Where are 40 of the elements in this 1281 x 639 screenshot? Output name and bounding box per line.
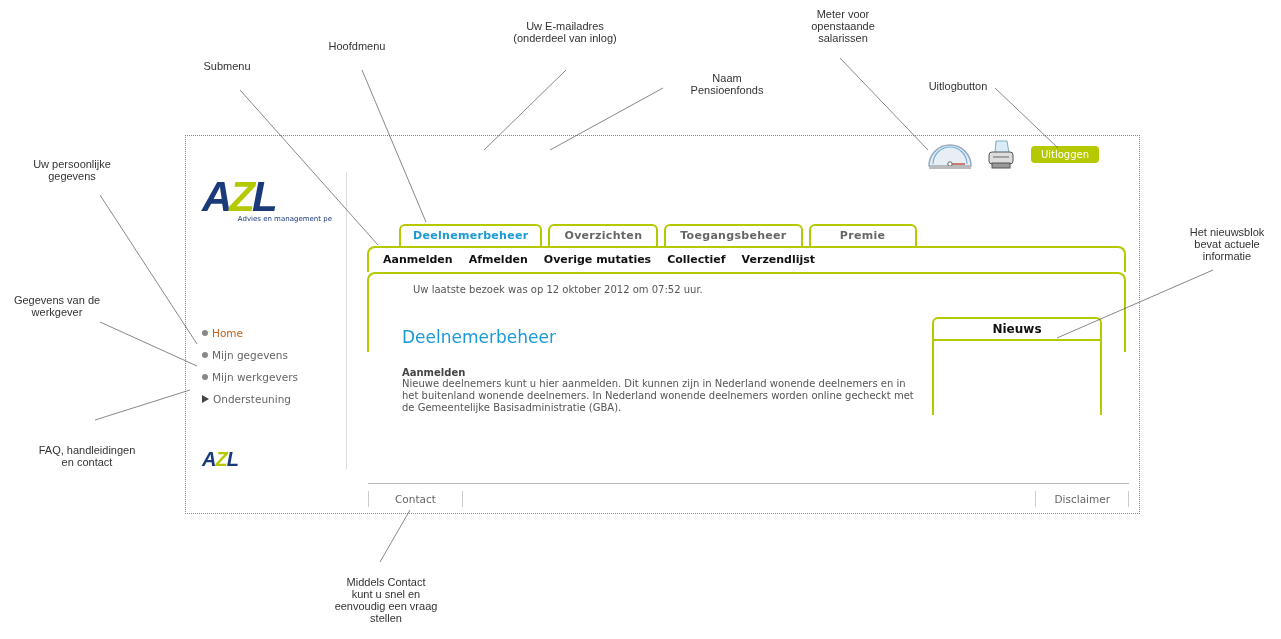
annotation-text: Uitlogbutton xyxy=(928,80,988,92)
section-title: Aanmelden xyxy=(402,366,467,378)
sidebar-item[interactable]: Home xyxy=(202,324,243,342)
tab[interactable]: Toegangsbeheer xyxy=(664,223,803,246)
submenu-link[interactable]: Aanmelden xyxy=(383,253,453,267)
logo: AZL xyxy=(202,449,238,470)
annotation-text: Het nieuwsblok bevat actuele informatie xyxy=(1189,226,1265,262)
annotation-text: Uw E-mailadres (onderdeel van inlog) xyxy=(513,20,617,44)
submenu-link[interactable]: Verzendlijst xyxy=(741,253,816,267)
annotation-text: FAQ, handleidingen en contact xyxy=(38,444,136,468)
tab[interactable]: Deelnemerbeheer xyxy=(399,223,543,246)
footer-link[interactable]: Contact xyxy=(368,490,463,507)
bullet-icon xyxy=(202,374,208,381)
last-visit-text: Uw laatste bezoek was op 12 oktober 2012 om 07:52 uur. xyxy=(413,283,704,295)
submenu-link[interactable]: Afmelden xyxy=(468,253,528,267)
triangle-icon xyxy=(202,395,209,404)
logo: AZL xyxy=(202,176,275,217)
printer-icon[interactable] xyxy=(986,138,1015,171)
annotation-text: Meter voor openstaande salarissen xyxy=(811,8,875,44)
body-text: Nieuwe deelnemers kunt u hier aanmelden. Dit kunnen zijn in Nederland wonende deelnemers en in het buitenland wonende deelnemers. In Nederland wonende deelnemers worden online gecheckt met de Gemeentelijke Basisadministratie (GBA). xyxy=(402,377,914,414)
bullet-icon xyxy=(202,352,208,359)
annotation-text: Gegevens van de werkgever xyxy=(13,294,101,318)
annotation-text: Middels Contact kunt u snel en eenvoudig een vraag stellen xyxy=(334,576,438,624)
sidebar-item[interactable]: Mijn gegevens xyxy=(202,346,288,364)
bullet-icon xyxy=(202,330,208,337)
submenu-link[interactable]: Collectief xyxy=(667,253,726,267)
footer-link[interactable]: Disclaimer xyxy=(1035,490,1129,507)
leader-line xyxy=(994,87,1059,149)
sidebar-item[interactable]: Ondersteuning xyxy=(202,390,291,408)
annotation-text: Uw persoonlijke gegevens xyxy=(33,158,111,182)
submenu-link[interactable]: Overige mutaties xyxy=(543,253,652,267)
news-title: Nieuws xyxy=(934,318,1100,341)
leader-line xyxy=(379,509,411,563)
annotation-text: Hoofdmenu xyxy=(328,40,386,52)
page-title: Deelnemerbeheer xyxy=(402,326,557,347)
tab[interactable]: Overzichten xyxy=(548,223,659,246)
tab[interactable]: Premie xyxy=(808,223,917,246)
annotation-text: Submenu xyxy=(203,60,251,72)
sidebar-item[interactable]: Mijn werkgevers xyxy=(202,368,298,386)
annotation-text: Naam Pensioenfonds xyxy=(690,72,764,96)
